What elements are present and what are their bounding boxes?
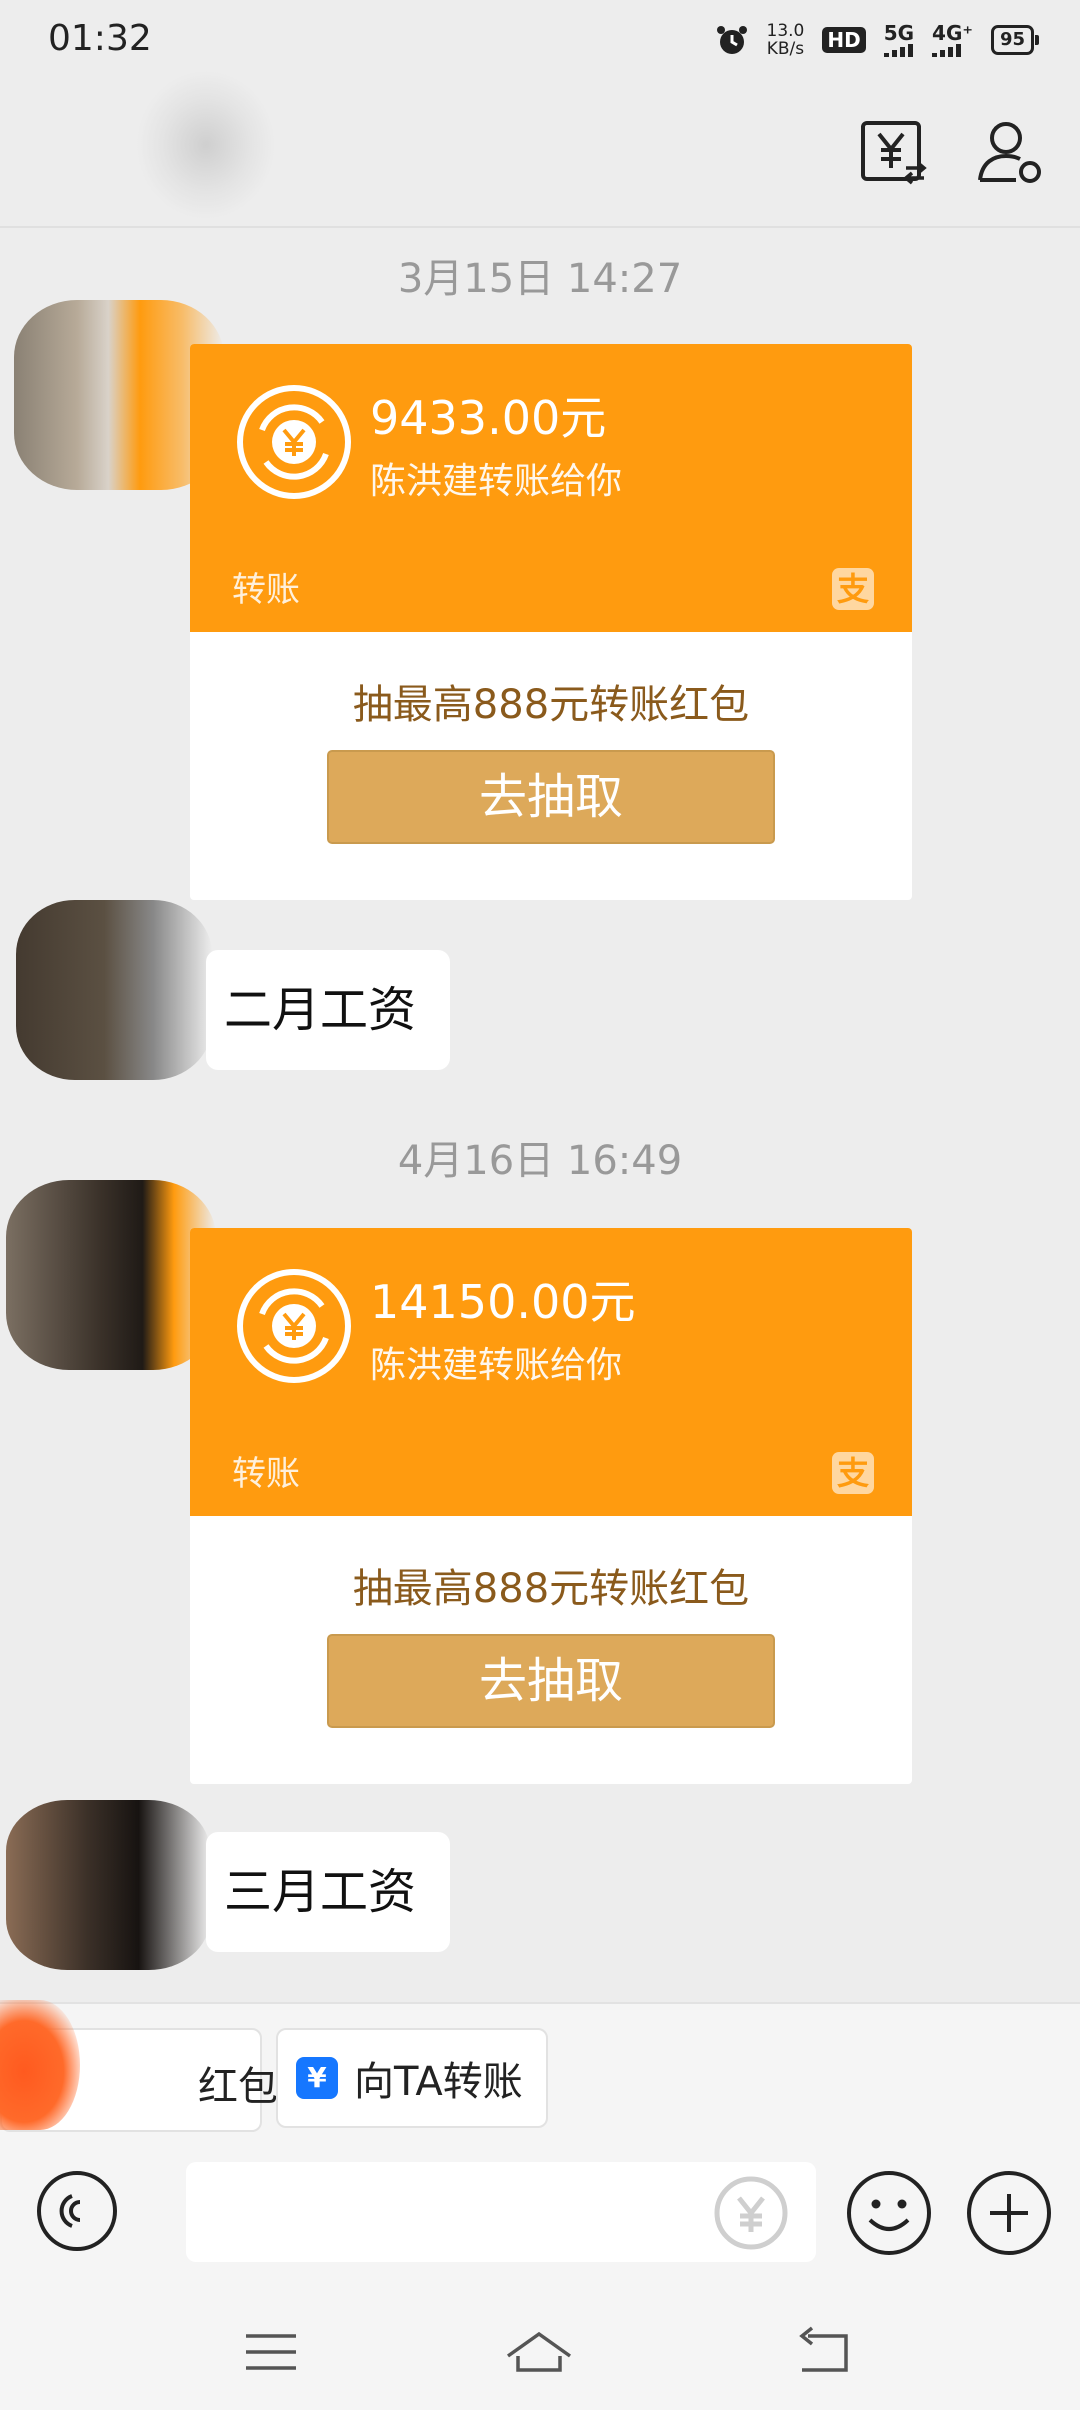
network-speed: 13.0 KB/s bbox=[767, 22, 805, 58]
status-time: 01:32 bbox=[48, 18, 152, 59]
transfer-to-ta-button[interactable]: ¥ 向TA转账 bbox=[276, 2028, 548, 2128]
signal-bars-icon bbox=[932, 43, 962, 57]
signal-bars-icon bbox=[883, 43, 913, 57]
alipay-icon: 支 bbox=[832, 568, 874, 610]
transfer-card-promo: 抽最高888元转账红包 去抽取 bbox=[190, 632, 912, 900]
claim-button[interactable]: 去抽取 bbox=[327, 1634, 775, 1728]
transfer-icon: ¥ bbox=[296, 2057, 338, 2099]
sender-avatar[interactable] bbox=[6, 1800, 210, 1970]
battery-icon: 95 bbox=[990, 25, 1040, 55]
transfer-to-ta-label: 向TA转账 bbox=[354, 2059, 523, 2105]
plus-icon[interactable] bbox=[964, 2168, 1054, 2258]
transfer-description: 陈洪建转账给你 bbox=[370, 1345, 623, 1386]
sender-avatar[interactable] bbox=[6, 1180, 216, 1370]
red-packet-label: 红包 bbox=[198, 2064, 278, 2110]
promo-text: 抽最高888元转账红包 bbox=[352, 682, 750, 728]
back-icon[interactable] bbox=[788, 2322, 858, 2382]
signal-5g-label: 5G bbox=[883, 21, 915, 45]
menu-icon[interactable] bbox=[236, 2322, 306, 2382]
alipay-icon: 支 bbox=[832, 1452, 874, 1494]
header-divider bbox=[0, 226, 1080, 228]
transfer-card-header[interactable]: 14150.00元 陈洪建转账给你 转账 支 bbox=[190, 1228, 912, 1516]
message-time: 3月15日 14:27 bbox=[397, 256, 683, 302]
transfer-type-label: 转账 bbox=[232, 570, 300, 610]
emoji-icon[interactable] bbox=[844, 2168, 934, 2258]
transfer-card[interactable]: 9433.00元 陈洪建转账给你 转账 支 抽最高888元转账红包 去抽取 bbox=[190, 344, 912, 900]
speed-unit: KB/s bbox=[766, 39, 805, 59]
transfer-card-header[interactable]: 9433.00元 陈洪建转账给你 转账 支 bbox=[190, 344, 912, 632]
yuan-transfer-icon[interactable] bbox=[858, 118, 928, 188]
voice-icon[interactable] bbox=[34, 2168, 120, 2254]
message-bubble[interactable]: 三月工资 bbox=[206, 1832, 450, 1952]
transfer-amount: 14150.00元 bbox=[370, 1275, 636, 1329]
speed-value: 13.0 bbox=[766, 21, 805, 41]
message-time: 4月16日 16:49 bbox=[397, 1138, 683, 1184]
transfer-coin-icon bbox=[237, 385, 351, 499]
transfer-type-label: 转账 bbox=[232, 1454, 300, 1494]
claim-button[interactable]: 去抽取 bbox=[327, 750, 775, 844]
transfer-amount: 9433.00元 bbox=[370, 391, 607, 445]
signal-5g: 5G bbox=[883, 21, 915, 57]
transfer-card[interactable]: 14150.00元 陈洪建转账给你 转账 支 抽最高888元转账红包 去抽取 bbox=[190, 1228, 912, 1784]
transfer-description: 陈洪建转账给你 bbox=[370, 461, 623, 502]
signal-4g-label: 4G⁺ bbox=[932, 21, 973, 45]
red-packet-icon bbox=[0, 2000, 80, 2130]
alarm-icon bbox=[716, 26, 747, 54]
hd-badge: HD bbox=[822, 27, 866, 53]
home-icon[interactable] bbox=[504, 2322, 574, 2382]
contact-avatar[interactable] bbox=[136, 70, 276, 220]
promo-text: 抽最高888元转账红包 bbox=[352, 1566, 750, 1612]
status-icons: 13.0 KB/s HD 5G 4G⁺ 95 bbox=[715, 21, 1040, 58]
yuan-circle-icon[interactable] bbox=[708, 2170, 794, 2256]
signal-4g: 4G⁺ bbox=[932, 23, 973, 57]
person-settings-icon[interactable] bbox=[974, 118, 1044, 188]
message-bubble[interactable]: 二月工资 bbox=[206, 950, 450, 1070]
sender-avatar[interactable] bbox=[16, 900, 212, 1080]
transfer-coin-icon bbox=[237, 1269, 351, 1383]
transfer-card-promo: 抽最高888元转账红包 去抽取 bbox=[190, 1516, 912, 1784]
